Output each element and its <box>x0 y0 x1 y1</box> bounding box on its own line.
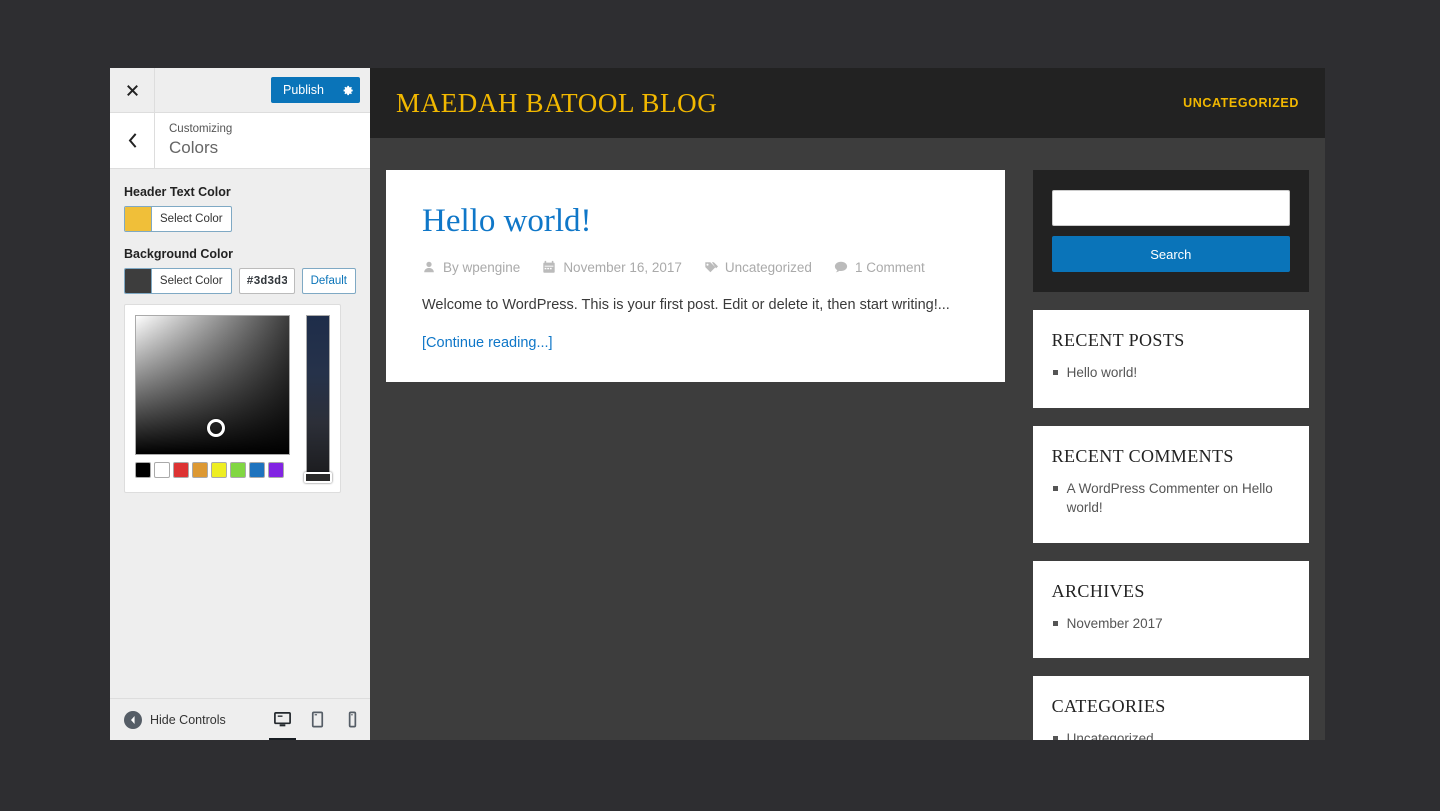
meta-category-label: Uncategorized <box>724 259 812 275</box>
mobile-icon[interactable] <box>335 699 370 741</box>
color-picker-handle[interactable] <box>207 419 225 437</box>
hex-color-input[interactable] <box>238 268 295 294</box>
section-titles: Customizing Colors <box>155 113 370 168</box>
site-body: Hello world! By wpengine November 16, 20… <box>370 138 1325 740</box>
meta-comments[interactable]: 1 Comment <box>834 260 925 275</box>
palette-swatch[interactable] <box>135 462 151 478</box>
color-swatch <box>125 207 152 231</box>
select-color-button-header[interactable]: Select Color <box>124 206 232 232</box>
search-input[interactable] <box>1051 190 1290 226</box>
meta-author[interactable]: By wpengine <box>422 260 520 275</box>
widget-title: ARCHIVES <box>1051 580 1145 601</box>
tablet-icon[interactable] <box>300 699 335 741</box>
default-button[interactable]: Default <box>301 268 356 294</box>
widget-list: November 2017 <box>1052 614 1290 634</box>
caret-left-icon <box>124 710 142 729</box>
color-row: Select Color <box>124 206 356 232</box>
site-header: MAEDAH BATOOL BLOG UNCATEGORIZED <box>370 68 1325 138</box>
breadcrumb: Customizing <box>169 123 233 135</box>
publish-button[interactable]: Publish <box>271 77 334 103</box>
palette-swatch[interactable] <box>211 462 227 478</box>
search-button[interactable]: Search <box>1051 236 1290 272</box>
color-picker <box>124 304 341 493</box>
widget-list: Hello world! <box>1052 363 1290 383</box>
customizer-panel: Publish Customizing Colors Header Text C… <box>110 68 370 740</box>
widget-recent-posts: RECENT POSTS Hello world! <box>1032 310 1309 408</box>
customizer-topbar: Publish <box>110 68 370 113</box>
widget-archives: ARCHIVES November 2017 <box>1032 560 1309 659</box>
desktop-icon[interactable] <box>265 699 300 740</box>
list-item[interactable]: Uncategorized <box>1052 729 1290 740</box>
continue-reading-link[interactable]: [Continue reading...] <box>422 335 553 351</box>
palette-swatch[interactable] <box>154 462 170 478</box>
calendar-icon <box>543 261 555 274</box>
hide-controls-label: Hide Controls <box>150 712 226 727</box>
list-item[interactable]: A WordPress Commenter on Hello world! <box>1052 479 1290 518</box>
widget-recent-comments: RECENT COMMENTS A WordPress Commenter on… <box>1032 425 1309 543</box>
widget-list: Uncategorized <box>1052 729 1290 740</box>
meta-author-label: By wpengine <box>443 259 521 275</box>
content-column: Hello world! By wpengine November 16, 20… <box>386 170 1005 740</box>
palette-swatch[interactable] <box>230 462 246 478</box>
palette-swatch[interactable] <box>192 462 208 478</box>
color-picker-left <box>135 315 296 482</box>
control-label: Background Color <box>124 247 234 261</box>
tag-icon <box>704 262 718 273</box>
select-color-label: Select Color <box>160 213 223 225</box>
post-meta: By wpengine November 16, 2017 Uncategori… <box>422 260 969 275</box>
list-item[interactable]: November 2017 <box>1052 614 1290 634</box>
control-header-text-color: Header Text Color Select Color <box>124 185 356 232</box>
widget-categories: CATEGORIES Uncategorized <box>1032 676 1309 740</box>
publish-area: Publish <box>155 68 370 112</box>
close-icon[interactable] <box>110 68 155 112</box>
meta-comments-label: 1 Comment <box>854 259 925 275</box>
select-color-label: Select Color <box>159 275 223 287</box>
widget-search: Search <box>1032 170 1309 292</box>
list-item[interactable]: Hello world! <box>1052 363 1290 383</box>
site-title[interactable]: MAEDAH BATOOL BLOG <box>396 88 717 119</box>
user-icon <box>424 262 434 273</box>
color-palette <box>135 462 296 478</box>
meta-date-label: November 16, 2017 <box>563 259 682 275</box>
widget-title: RECENT POSTS <box>1051 330 1185 350</box>
comment-icon <box>834 262 848 273</box>
screen: Publish Customizing Colors Header Text C… <box>0 0 1440 811</box>
gear-icon[interactable] <box>334 77 360 103</box>
color-swatch <box>125 269 152 293</box>
widget-title: RECENT COMMENTS <box>1051 445 1234 466</box>
post-title[interactable]: Hello world! <box>422 203 969 241</box>
sidebar-column: Search RECENT POSTS Hello world! RECENT … <box>1032 170 1309 740</box>
customizer-footer: Hide Controls <box>110 698 370 740</box>
widget-title: CATEGORIES <box>1051 696 1166 717</box>
control-label: Header Text Color <box>124 185 231 199</box>
page-title: Colors <box>169 138 219 157</box>
select-color-button-background[interactable]: Select Color <box>124 268 232 294</box>
meta-date[interactable]: November 16, 2017 <box>542 260 682 275</box>
hue-slider[interactable] <box>304 315 332 483</box>
site-preview: MAEDAH BATOOL BLOG UNCATEGORIZED Hello w… <box>370 68 1325 740</box>
palette-swatch[interactable] <box>268 462 284 478</box>
palette-swatch[interactable] <box>249 462 265 478</box>
palette-swatch[interactable] <box>173 462 189 478</box>
post-card: Hello world! By wpengine November 16, 20… <box>386 170 1005 382</box>
hide-controls-button[interactable]: Hide Controls <box>124 710 226 729</box>
meta-category[interactable]: Uncategorized <box>704 260 812 275</box>
customizer-section-header: Customizing Colors <box>110 113 370 169</box>
customizer-controls: Header Text Color Select Color Backgroun… <box>110 169 370 698</box>
hue-slider-handle[interactable] <box>304 472 332 483</box>
publish-group: Publish <box>271 77 360 103</box>
color-row: Select Color Default <box>124 268 356 294</box>
control-background-color: Background Color Select Color Default <box>124 247 356 493</box>
device-preview-switcher <box>265 699 370 741</box>
widget-list: A WordPress Commenter on Hello world! <box>1052 479 1290 518</box>
nav-item-uncategorized[interactable]: UNCATEGORIZED <box>1183 96 1299 110</box>
saturation-value-area[interactable] <box>135 315 290 455</box>
chevron-left-icon[interactable] <box>110 113 155 168</box>
post-excerpt: Welcome to WordPress. This is your first… <box>422 296 950 313</box>
